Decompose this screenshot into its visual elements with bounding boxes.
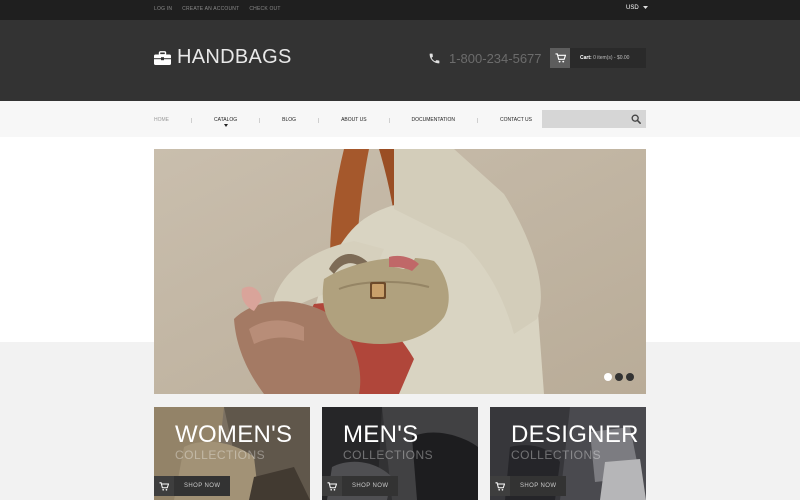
designer-collection-banner[interactable]: DESIGNER COLLECTIONS SHOP NOW (490, 407, 646, 500)
main-nav: HOME CATALOG BLOG ABOUT US DOCUMENTATION… (0, 101, 800, 137)
phone-icon (429, 53, 440, 64)
cart-summary: Cart: 0 item(s) - $0.00 (580, 55, 629, 61)
chevron-down-icon (642, 6, 648, 9)
nav-divider (318, 117, 320, 123)
banner-title: MEN'S (343, 421, 419, 448)
site-header: HANDBAGS 1-800-234-5677 Cart: 0 item(s) … (0, 20, 800, 101)
slider-dot-1[interactable] (604, 373, 612, 381)
cart-label: Cart: (580, 55, 592, 61)
briefcase-icon (154, 50, 171, 65)
logo[interactable]: HANDBAGS (154, 46, 292, 69)
nav-item-about-us[interactable]: ABOUT US (341, 117, 366, 123)
cart-icon (490, 476, 510, 496)
search-box (542, 110, 646, 128)
banner-subtitle: COLLECTIONS (511, 448, 602, 462)
shop-now-button[interactable]: SHOP NOW (154, 476, 231, 496)
nav-item-blog[interactable]: BLOG (282, 117, 296, 123)
shop-now-button[interactable]: SHOP NOW (322, 476, 399, 496)
nav-menu: HOME CATALOG BLOG ABOUT US DOCUMENTATION… (154, 117, 532, 127)
nav-item-documentation[interactable]: DOCUMENTATION (412, 117, 455, 123)
mens-collection-banner[interactable]: MEN'S COLLECTIONS SHOP NOW (322, 407, 478, 500)
banner-title: WOMEN'S (175, 421, 293, 448)
nav-divider (476, 117, 478, 123)
slider-dot-3[interactable] (626, 373, 634, 381)
nav-divider (259, 117, 261, 123)
nav-item-catalog[interactable]: CATALOG (214, 117, 238, 127)
login-link[interactable]: LOG IN (154, 6, 172, 12)
shop-now-label: SHOP NOW (342, 476, 399, 496)
hero-image (154, 149, 646, 394)
logo-text: HANDBAGS (177, 46, 292, 68)
womens-collection-banner[interactable]: WOMEN'S COLLECTIONS SHOP NOW (154, 407, 310, 500)
banner-subtitle: COLLECTIONS (343, 448, 434, 462)
nav-divider (388, 117, 390, 123)
phone-contact: 1-800-234-5677 (428, 51, 542, 66)
account-links: LOG IN CREATE AN ACCOUNT CHECK OUT (154, 6, 281, 12)
create-account-link[interactable]: CREATE AN ACCOUNT (182, 6, 239, 12)
cart-icon (154, 476, 174, 496)
cart-button[interactable]: Cart: 0 item(s) - $0.00 (550, 48, 646, 68)
shop-now-label: SHOP NOW (510, 476, 567, 496)
cart-icon (555, 53, 566, 63)
banner-subtitle: COLLECTIONS (175, 448, 266, 462)
search-icon (631, 114, 641, 124)
search-button[interactable] (626, 110, 646, 128)
currency-label: USD (626, 5, 639, 11)
caret-down-icon (223, 124, 228, 127)
cart-icon (322, 476, 342, 496)
slider-pagination (604, 373, 634, 381)
nav-item-contact-us[interactable]: CONTACT US (500, 117, 532, 123)
phone-number: 1-800-234-5677 (449, 51, 542, 66)
cart-icon-box (550, 48, 570, 68)
nav-item-home[interactable]: HOME (154, 117, 169, 123)
cart-value: 0 item(s) - $0.00 (593, 55, 630, 61)
top-bar: LOG IN CREATE AN ACCOUNT CHECK OUT USD (0, 0, 800, 20)
shop-now-label: SHOP NOW (174, 476, 231, 496)
checkout-link[interactable]: CHECK OUT (249, 6, 280, 12)
nav-divider (191, 117, 192, 123)
hero-slider[interactable] (154, 149, 646, 394)
nav-item-catalog-label: CATALOG (214, 117, 238, 123)
banner-title: DESIGNER (511, 421, 639, 448)
shop-now-button[interactable]: SHOP NOW (490, 476, 567, 496)
slider-dot-2[interactable] (615, 373, 623, 381)
currency-selector[interactable]: USD (626, 5, 648, 11)
search-input[interactable] (542, 110, 626, 128)
